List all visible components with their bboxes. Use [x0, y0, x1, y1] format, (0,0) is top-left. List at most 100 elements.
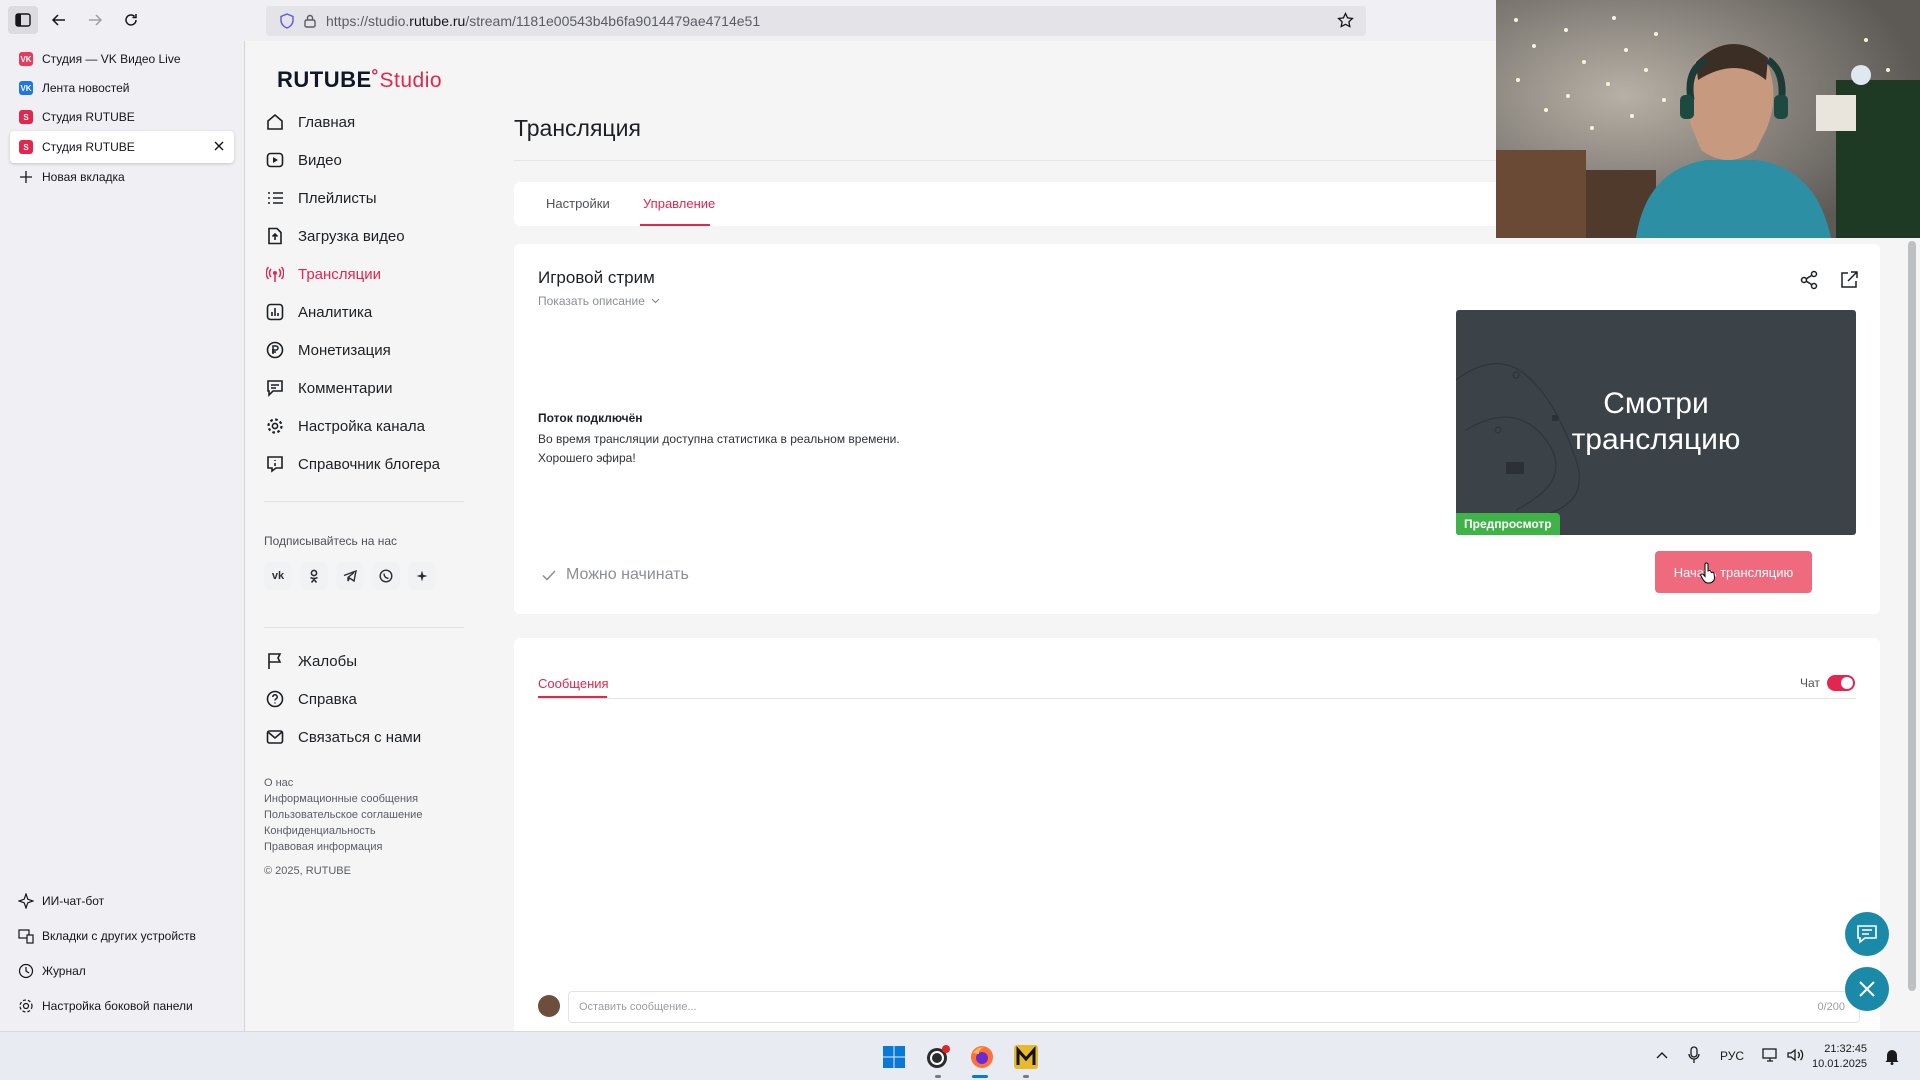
ai-chat-button[interactable]: ИИ-чат-бот	[18, 893, 104, 909]
show-description-label: Показать описание	[538, 294, 645, 308]
url-host: rutube.ru	[409, 13, 466, 29]
system-clock[interactable]: 21:32:45 10.01.2025	[1812, 1042, 1867, 1072]
url-bar[interactable]: https://studio. rutube.ru/stream/1181e005…	[266, 6, 1366, 36]
vk-social-icon[interactable]: vk	[264, 562, 292, 590]
follow-us-label: Подписывайтесь на нас	[264, 534, 398, 548]
broadcast-icon	[266, 266, 284, 282]
chevron-down-icon	[651, 298, 660, 304]
tab-rutube-studio-active[interactable]: S Студия RUTUBE	[10, 131, 234, 163]
copyright: © 2025, RUTUBE	[264, 865, 351, 877]
webcam-feed-image	[1496, 0, 1920, 238]
lock-icon	[304, 14, 316, 28]
stream-preview[interactable]: Смотри трансляцию Предпросмотр	[1456, 310, 1856, 535]
obs-app-button[interactable]	[922, 1041, 954, 1073]
chat-message-input[interactable]: Оставить сообщение... 0/200	[568, 991, 1860, 1023]
nav-item-complaints[interactable]: Жалобы	[266, 646, 486, 676]
telegram-social-icon[interactable]	[336, 562, 364, 590]
vk-favicon: VK	[19, 81, 33, 95]
start-button[interactable]	[878, 1041, 910, 1073]
chat-toggle-label: Чат	[1800, 676, 1820, 690]
nav-item-analytics[interactable]: Аналитика	[266, 297, 486, 327]
nav-item-comments[interactable]: Комментарии	[266, 373, 486, 403]
notification-bell-icon[interactable]	[1884, 1047, 1900, 1065]
microphone-icon[interactable]	[1688, 1046, 1700, 1064]
forward-button[interactable]	[80, 6, 110, 34]
m-app-icon	[1014, 1045, 1038, 1069]
nav-item-playlists[interactable]: Плейлисты	[266, 183, 486, 213]
history-button[interactable]: Журнал	[18, 963, 86, 979]
viber-social-icon[interactable]	[372, 562, 400, 590]
gear-icon	[19, 999, 33, 1013]
close-support-button[interactable]	[1845, 967, 1889, 1011]
ready-status: Можно начинать	[542, 566, 689, 584]
footer-link-terms[interactable]: Пользовательское соглашение	[264, 807, 422, 823]
tab-settings[interactable]: Настройки	[546, 196, 610, 211]
windows-logo-icon	[883, 1046, 905, 1068]
sparkle-social-icon[interactable]	[408, 562, 436, 590]
mail-app-button[interactable]	[1010, 1041, 1042, 1073]
nav-item-video[interactable]: Видео	[266, 145, 486, 175]
flag-icon	[268, 653, 282, 669]
nav-item-home[interactable]: Главная	[266, 107, 486, 137]
footer-link-info[interactable]: Информационные сообщения	[264, 791, 422, 807]
volume-icon[interactable]	[1786, 1047, 1804, 1063]
chat-divider	[538, 698, 1856, 699]
share-icon[interactable]	[1799, 270, 1819, 290]
nav-item-monetization[interactable]: Монетизация	[266, 335, 486, 365]
tab-vk-news[interactable]: VK Лента новостей	[10, 72, 234, 104]
nav-item-channel-settings[interactable]: Настройка канала	[266, 411, 486, 441]
footer-link-legal[interactable]: Правовая информация	[264, 839, 422, 855]
start-broadcast-button[interactable]: Начать трансляцию	[1655, 551, 1812, 593]
ok-social-icon[interactable]	[300, 562, 328, 590]
nav-item-upload[interactable]: Загрузка видео	[266, 221, 486, 251]
support-chat-button[interactable]	[1845, 912, 1889, 956]
active-tab-indicator	[538, 696, 607, 698]
chat-char-counter: 0/200	[1817, 1001, 1845, 1013]
tab-management[interactable]: Управление	[643, 196, 715, 211]
clock-date: 10.01.2025	[1812, 1058, 1868, 1070]
info-icon	[267, 456, 283, 473]
help-icon	[266, 690, 284, 708]
stream-card: Игровой стрим Показать описание Поток по…	[514, 244, 1880, 614]
chevron-up-icon[interactable]	[1656, 1051, 1668, 1059]
nav-item-blogger-guide[interactable]: Справочник блогера	[266, 449, 486, 479]
tab-messages[interactable]: Сообщения	[538, 676, 609, 691]
bookmark-star-icon[interactable]	[1337, 12, 1354, 29]
tab-label: Студия — VK Видео Live	[42, 52, 181, 66]
rutube-studio-logo[interactable]: RUTUBE˚Studio	[277, 67, 442, 93]
other-devices-button[interactable]: Вкладки с других устройств	[18, 928, 196, 944]
nav-item-contact[interactable]: Связаться с нами	[266, 722, 486, 752]
footer-link-about[interactable]: О нас	[264, 775, 422, 791]
nav-item-help[interactable]: Справка	[266, 684, 486, 714]
history-label: Журнал	[42, 964, 86, 978]
sidebar-toggle-button[interactable]	[8, 6, 38, 34]
tab-rutube-studio-1[interactable]: S Студия RUTUBE	[10, 101, 234, 133]
nav-label: Плейлисты	[298, 189, 377, 207]
gear-icon	[267, 418, 283, 434]
chat-toggle[interactable]	[1827, 675, 1855, 691]
network-icon[interactable]	[1762, 1047, 1780, 1063]
nav-label: Монетизация	[298, 341, 391, 359]
nav-label: Главная	[298, 113, 356, 131]
chat-bubble-icon	[1857, 925, 1877, 944]
reload-icon	[125, 14, 137, 26]
nav-divider	[264, 627, 464, 628]
chat-card: Сообщения Чат Оставить сообщение... 0/20…	[514, 638, 1880, 1031]
show-description-toggle[interactable]: Показать описание	[538, 294, 660, 308]
language-indicator[interactable]: РУС	[1720, 1049, 1744, 1063]
page-scrollbar[interactable]	[1908, 241, 1916, 991]
check-icon	[542, 569, 556, 581]
external-link-icon[interactable]	[1839, 270, 1859, 290]
close-icon[interactable]	[212, 139, 226, 153]
nav-item-broadcasts[interactable]: Трансляции	[266, 259, 486, 289]
new-tab-button[interactable]: Новая вкладка	[10, 161, 234, 193]
reload-button[interactable]	[116, 6, 146, 34]
obs-icon	[927, 1045, 950, 1068]
sidebar-settings-button[interactable]: Настройка боковой панели	[18, 998, 193, 1014]
clock-icon	[18, 963, 34, 979]
tab-vk-live[interactable]: VK Студия — VK Видео Live	[10, 43, 234, 75]
footer-link-privacy[interactable]: Конфиденциальность	[264, 823, 422, 839]
nav-divider	[264, 501, 464, 502]
back-button[interactable]	[44, 6, 74, 34]
firefox-app-button[interactable]	[966, 1041, 998, 1073]
